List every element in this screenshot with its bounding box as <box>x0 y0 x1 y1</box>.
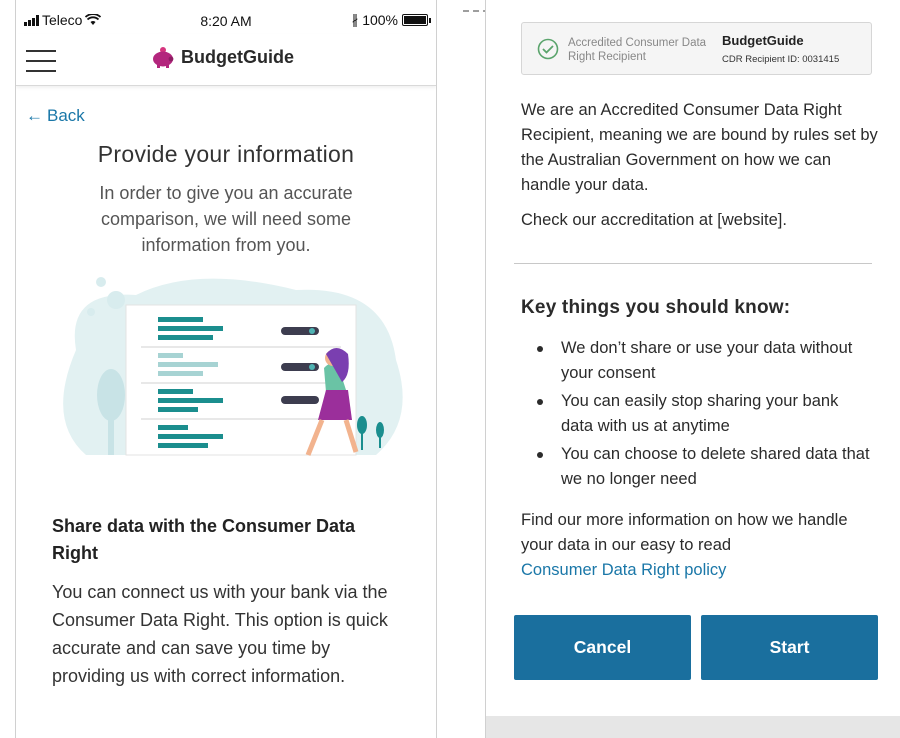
brand-name: BudgetGuide <box>181 46 294 67</box>
arrow-left-icon: ← <box>26 106 43 125</box>
section-divider <box>514 263 872 264</box>
right-phone-screen: Accredited Consumer Data Right Recipient… <box>485 0 900 738</box>
cancel-button[interactable]: Cancel <box>514 615 691 680</box>
battery-icon <box>402 14 431 26</box>
start-button[interactable]: Start <box>701 615 878 680</box>
bottom-bar <box>486 716 900 738</box>
check-circle-icon <box>537 38 559 60</box>
more-info-text: Find our more information on how we hand… <box>521 511 848 554</box>
app-header: BudgetGuide <box>16 34 436 86</box>
left-phone-screen: Teleco 8:20 AM ∦ 100% BudgetGuide ← Back… <box>15 0 437 738</box>
back-link[interactable]: ← Back <box>26 106 85 126</box>
accreditation-name: BudgetGuide <box>722 33 804 48</box>
hamburger-menu-icon[interactable] <box>26 50 56 72</box>
accreditation-badge: Accredited Consumer Data Right Recipient… <box>521 22 872 75</box>
brand-logo: BudgetGuide <box>151 46 294 68</box>
check-accreditation-text: Check our accreditation at [website]. <box>521 211 787 229</box>
list-item: We don’t share or use your data without … <box>534 336 874 386</box>
battery-indicator: ∦ 100% <box>351 12 431 28</box>
page-title: Provide your information <box>97 141 355 167</box>
back-label: Back <box>47 106 85 125</box>
more-info-paragraph: Find our more information on how we hand… <box>521 508 881 583</box>
battery-percent: 100% <box>362 12 398 28</box>
data-sharing-illustration <box>63 277 403 456</box>
accreditation-label: Accredited Consumer Data Right Recipient <box>568 37 707 63</box>
list-item: You can choose to delete shared data tha… <box>534 442 874 492</box>
intro-text: In order to give you an accurate compari… <box>99 183 353 255</box>
cdr-section-body: You can connect us with your bank via th… <box>52 582 388 686</box>
cdr-policy-link[interactable]: Consumer Data Right policy <box>521 561 726 579</box>
bluetooth-icon: ∦ <box>351 12 359 27</box>
status-bar: Teleco 8:20 AM ∦ 100% <box>16 0 436 34</box>
recipient-id: CDR Recipient ID: 0031415 <box>722 54 840 65</box>
cdr-section-heading: Share data with the Consumer Data Right <box>52 516 356 563</box>
key-things-list: We don’t share or use your data without … <box>534 336 874 495</box>
piggy-bank-icon <box>153 47 174 68</box>
list-item: You can easily stop sharing your bank da… <box>534 389 874 439</box>
key-things-heading: Key things you should know: <box>521 297 791 318</box>
accreditation-paragraph: We are an Accredited Consumer Data Right… <box>521 101 878 194</box>
